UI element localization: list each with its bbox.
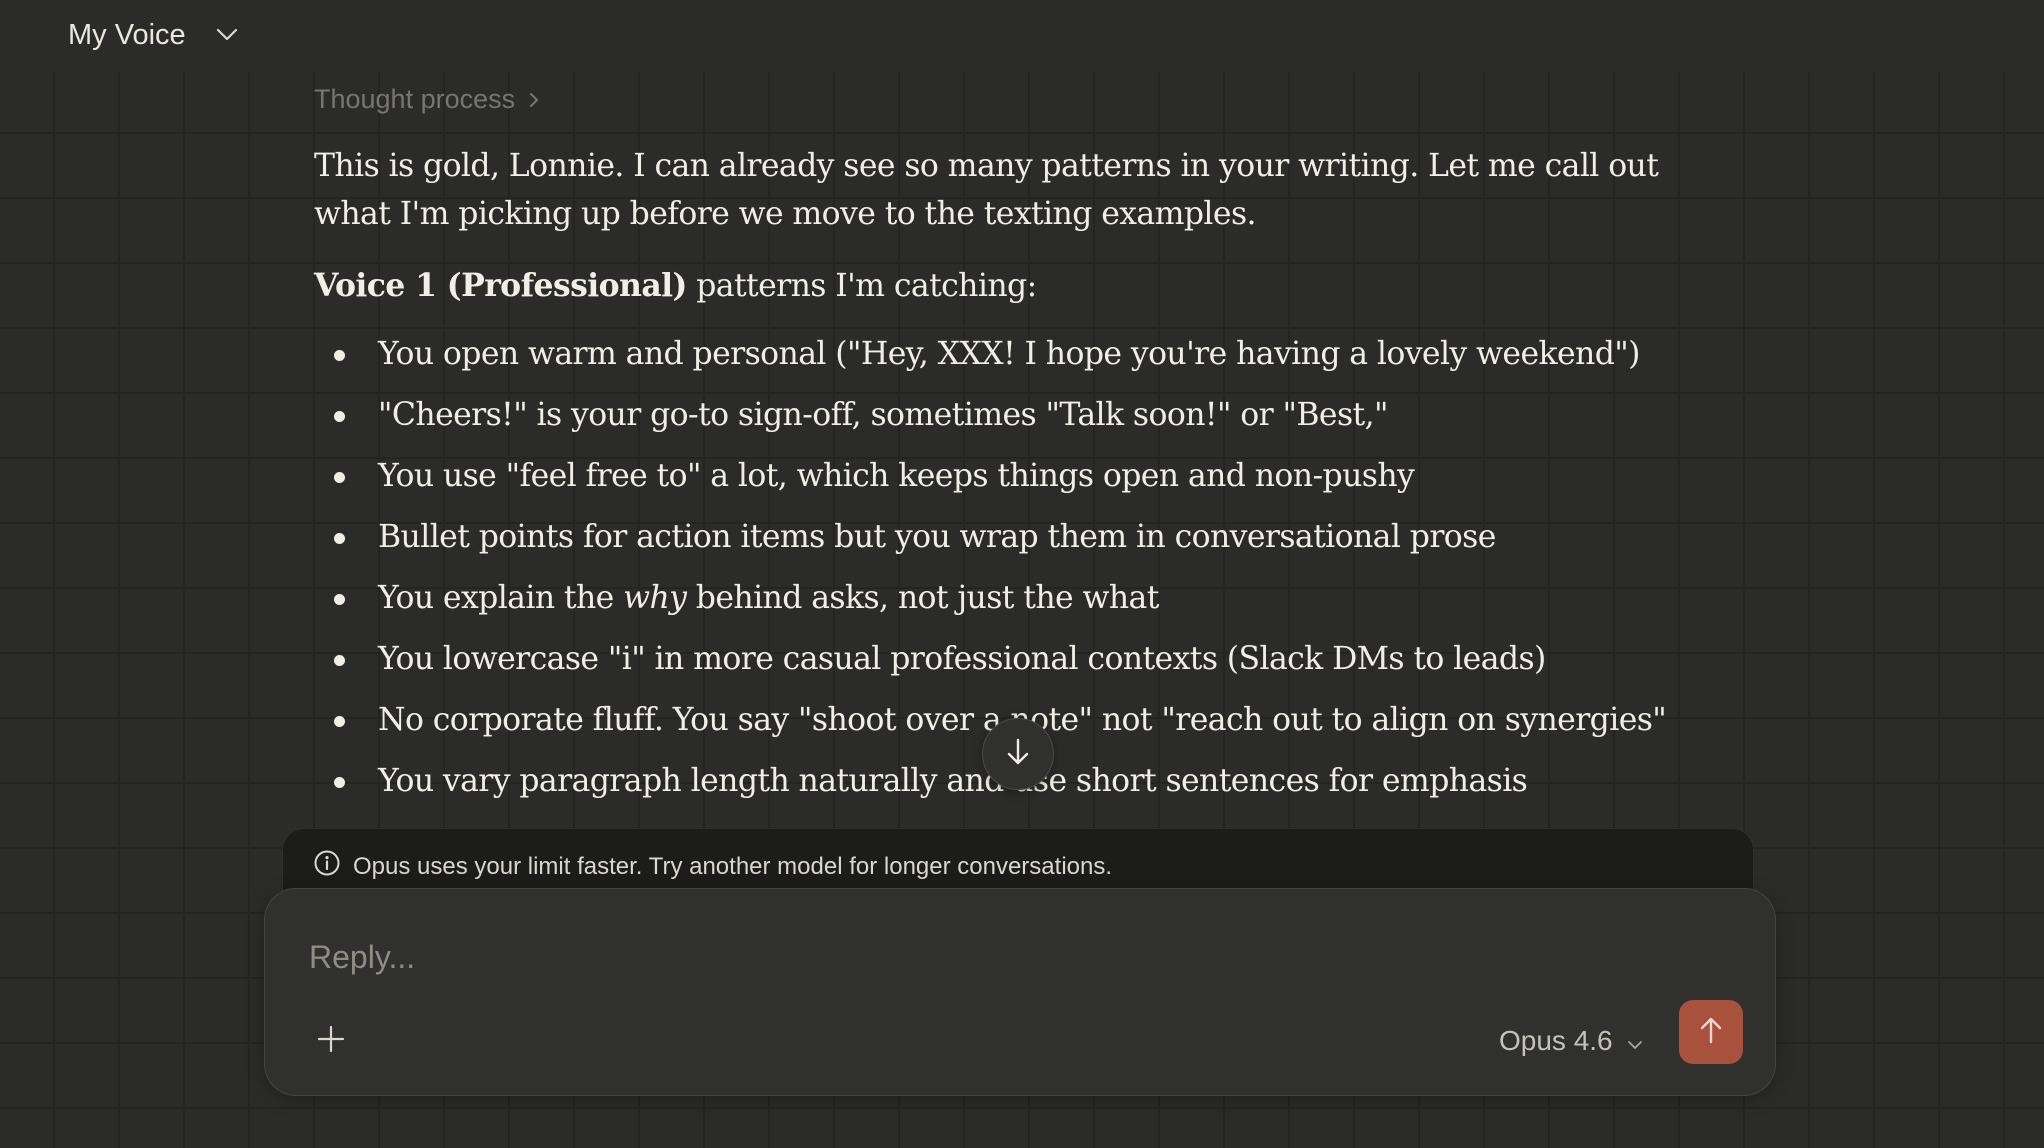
usage-notice-text: Opus uses your limit faster. Try another…: [353, 852, 1113, 880]
message-heading: Voice 1 (Professional) patterns I'm catc…: [314, 262, 1704, 310]
list-item: "Cheers!" is your go-to sign-off, someti…: [314, 391, 1704, 452]
chevron-right-icon: [529, 84, 539, 115]
composer: Opus 4.6: [264, 888, 1776, 1096]
thought-process-label: Thought process: [314, 84, 516, 114]
conversation-title-button[interactable]: My Voice: [68, 14, 242, 56]
chevron-down-icon: [212, 20, 242, 50]
list-item: Bullet points for action items but you w…: [314, 513, 1704, 574]
model-name: Opus 4.6: [1499, 1025, 1613, 1056]
list-item-text-post: behind asks, not just the what: [686, 580, 1160, 616]
thought-process-toggle[interactable]: Thought process: [314, 84, 539, 115]
list-item-emphasis: why: [623, 580, 687, 616]
top-bar: My Voice: [0, 0, 2044, 72]
chevron-down-icon: [1627, 1025, 1643, 1057]
assistant-message: This is gold, Lonnie. I can already see …: [314, 142, 1704, 818]
list-item: You open warm and personal ("Hey, XXX! I…: [314, 330, 1704, 391]
conversation-title: My Voice: [68, 18, 186, 51]
arrow-down-icon: [1005, 737, 1031, 771]
message-intro: This is gold, Lonnie. I can already see …: [314, 148, 1659, 232]
list-item-text-pre: You explain the: [378, 580, 624, 616]
reply-input[interactable]: [307, 933, 1711, 981]
add-attachment-button[interactable]: [309, 1019, 353, 1063]
list-item: You use "feel free to" a lot, which keep…: [314, 452, 1704, 513]
list-item: You lowercase "i" in more casual profess…: [314, 635, 1704, 696]
send-button[interactable]: [1679, 1000, 1743, 1064]
list-item: You explain the why behind asks, not jus…: [314, 574, 1704, 635]
heading-rest: patterns I'm catching:: [686, 268, 1037, 304]
arrow-up-icon: [1698, 1015, 1724, 1049]
info-icon: [313, 849, 341, 884]
plus-icon: [316, 1024, 346, 1058]
scroll-to-bottom-button[interactable]: [982, 718, 1054, 790]
heading-bold: Voice 1 (Professional): [314, 267, 687, 304]
model-selector[interactable]: Opus 4.6: [1499, 1019, 1643, 1063]
